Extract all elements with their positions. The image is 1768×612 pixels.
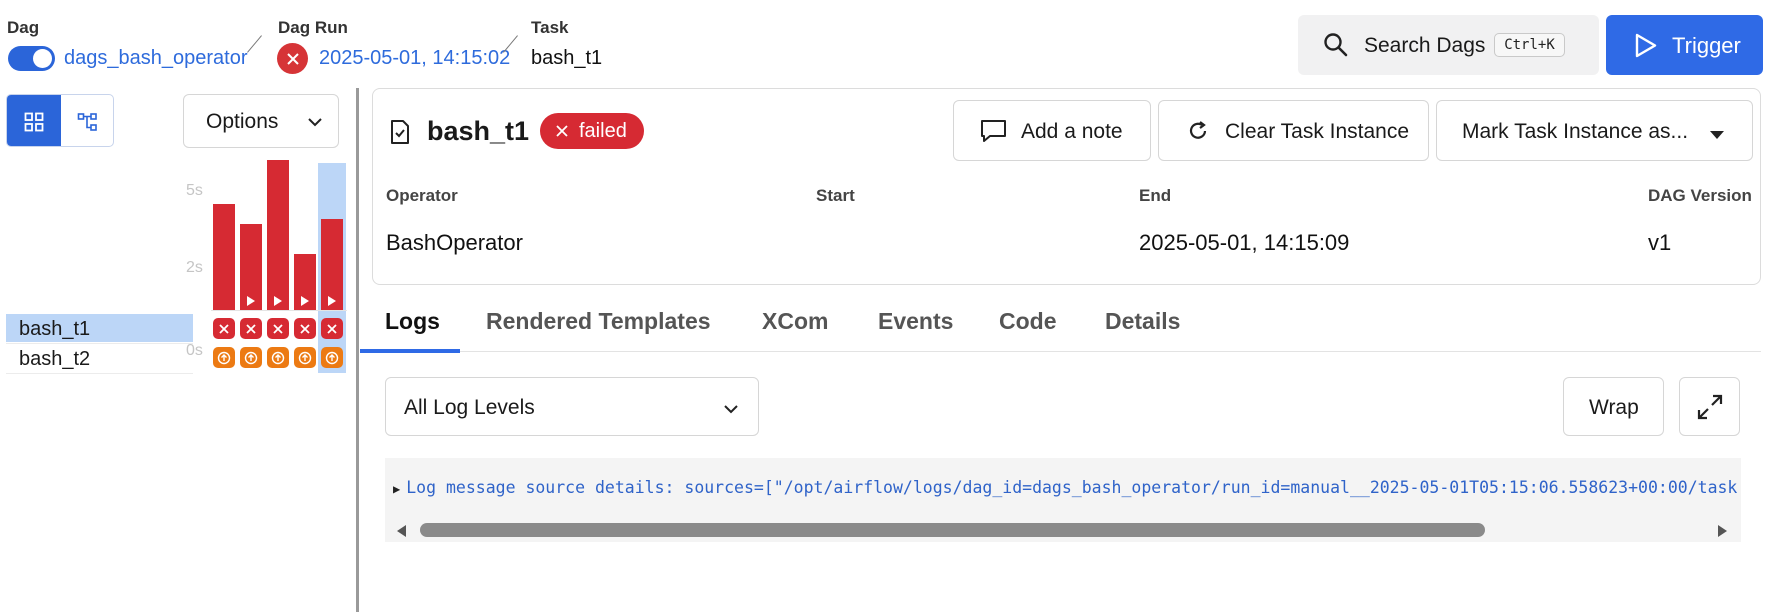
- chevron-down-icon: [307, 115, 323, 133]
- task-instance-failed-cell[interactable]: [213, 318, 235, 339]
- graph-view-button[interactable]: [61, 95, 113, 146]
- task-instance-failed-cell[interactable]: [267, 318, 289, 339]
- task-crumb: bash_t1: [531, 47, 603, 69]
- wrap-button[interactable]: Wrap: [1563, 377, 1664, 436]
- scroll-right-arrow[interactable]: [1718, 525, 1727, 537]
- task-label: Task: [531, 18, 569, 37]
- grid-view-button[interactable]: [7, 95, 61, 146]
- expand-button[interactable]: [1679, 377, 1740, 436]
- panel-resize-handle[interactable]: [356, 88, 359, 612]
- tab-events[interactable]: Events: [878, 308, 953, 335]
- tabs-divider: [360, 351, 1761, 352]
- task-instance-failed-cell[interactable]: [321, 318, 343, 339]
- expand-icon: [1697, 394, 1722, 419]
- chart-baseline: [211, 310, 347, 311]
- task-row-label[interactable]: bash_t1: [19, 318, 90, 341]
- log-line-text: Log message source details: sources=["/o…: [406, 478, 1738, 497]
- log-viewer[interactable]: ▶ Log message source details: sources=["/…: [385, 458, 1741, 518]
- task-row-label[interactable]: bash_t2: [19, 348, 90, 371]
- task-instance-upstream-failed-cell[interactable]: [321, 347, 343, 368]
- failed-status-icon: [277, 43, 308, 74]
- play-icon: [274, 295, 282, 306]
- search-dags-button[interactable]: Search Dags Ctrl+K: [1298, 15, 1599, 75]
- tab-details[interactable]: Details: [1105, 308, 1180, 335]
- axis-tick-2s: 2s: [186, 259, 203, 276]
- tab-xcom[interactable]: XCom: [762, 308, 828, 335]
- active-tab-indicator: [360, 349, 460, 353]
- dag-name-link[interactable]: dags_bash_operator: [64, 47, 247, 70]
- task-instance-upstream-failed-cell[interactable]: [240, 347, 262, 368]
- dag-version-label: DAG Version: [1648, 186, 1752, 205]
- log-level-value: All Log Levels: [404, 396, 535, 419]
- operator-label: Operator: [386, 186, 458, 205]
- scroll-left-arrow[interactable]: [397, 525, 406, 537]
- options-label: Options: [206, 110, 279, 133]
- mark-task-label: Mark Task Instance as...: [1462, 120, 1689, 143]
- task-instance-upstream-failed-cell[interactable]: [213, 347, 235, 368]
- duration-bar[interactable]: [240, 224, 262, 310]
- status-label: failed: [579, 120, 627, 142]
- add-note-button[interactable]: Add a note: [953, 100, 1151, 161]
- end-label: End: [1139, 186, 1172, 205]
- duration-bar[interactable]: [267, 159, 289, 310]
- axis-tick-0s: 0s: [186, 342, 203, 359]
- play-icon: [328, 295, 336, 306]
- chevron-down-icon: [723, 402, 739, 420]
- tab-logs[interactable]: Logs: [385, 308, 440, 335]
- task-instance-upstream-failed-cell[interactable]: [267, 347, 289, 368]
- task-instance-failed-cell[interactable]: [294, 318, 316, 339]
- task-title: bash_t1: [427, 116, 530, 146]
- trigger-label: Trigger: [1672, 33, 1741, 58]
- wrap-label: Wrap: [1589, 396, 1639, 419]
- status-badge: failed: [540, 113, 644, 149]
- graph-icon: [77, 112, 97, 131]
- dag-run-label: Dag Run: [278, 18, 348, 37]
- expand-triangle-icon[interactable]: ▶: [393, 482, 400, 496]
- search-label: Search Dags: [1364, 34, 1486, 57]
- end-value: 2025-05-01, 14:15:09: [1139, 230, 1350, 255]
- play-icon: [301, 295, 309, 306]
- mark-task-instance-dropdown[interactable]: Mark Task Instance as...: [1436, 100, 1753, 161]
- clear-task-label: Clear Task Instance: [1225, 120, 1410, 143]
- grid-icon: [24, 112, 44, 131]
- task-instance-failed-cell[interactable]: [240, 318, 262, 339]
- row-divider: [6, 373, 193, 374]
- tab-rendered-templates[interactable]: Rendered Templates: [486, 308, 711, 335]
- search-icon: [1323, 32, 1349, 63]
- log-horizontal-scrollbar[interactable]: [385, 518, 1741, 542]
- duration-bar[interactable]: [321, 218, 343, 310]
- refresh-icon: [1187, 120, 1209, 147]
- view-toggle: [6, 94, 114, 147]
- task-check-icon: [389, 119, 411, 150]
- note-icon: [980, 119, 1007, 148]
- caret-down-icon: [1710, 127, 1724, 145]
- breadcrumb-separator: [247, 35, 262, 53]
- duration-bar[interactable]: [213, 203, 235, 310]
- options-button[interactable]: Options: [183, 94, 339, 148]
- breadcrumb-separator: [503, 35, 518, 53]
- play-icon: [247, 295, 255, 306]
- log-level-select[interactable]: All Log Levels: [385, 377, 759, 436]
- trigger-button[interactable]: Trigger: [1606, 15, 1763, 75]
- task-instance-upstream-failed-cell[interactable]: [294, 347, 316, 368]
- dag-label: Dag: [7, 18, 40, 37]
- close-icon: [555, 124, 569, 143]
- tab-code[interactable]: Code: [999, 308, 1057, 335]
- dag-version-value: v1: [1648, 230, 1672, 255]
- scrollbar-thumb[interactable]: [420, 523, 1485, 537]
- log-line[interactable]: ▶ Log message source details: sources=["/…: [393, 478, 1737, 497]
- dag-run-link[interactable]: 2025-05-01, 14:15:02: [319, 47, 510, 70]
- operator-value: BashOperator: [386, 230, 523, 255]
- dag-pause-toggle[interactable]: [8, 46, 55, 71]
- duration-bar[interactable]: [294, 253, 316, 310]
- search-shortcut: Ctrl+K: [1494, 33, 1565, 57]
- axis-tick-5s: 5s: [186, 182, 203, 199]
- play-icon: [1634, 32, 1658, 64]
- add-note-label: Add a note: [1021, 120, 1123, 143]
- clear-task-instance-button[interactable]: Clear Task Instance: [1158, 100, 1429, 161]
- row-divider: [6, 343, 193, 344]
- start-label: Start: [816, 186, 855, 205]
